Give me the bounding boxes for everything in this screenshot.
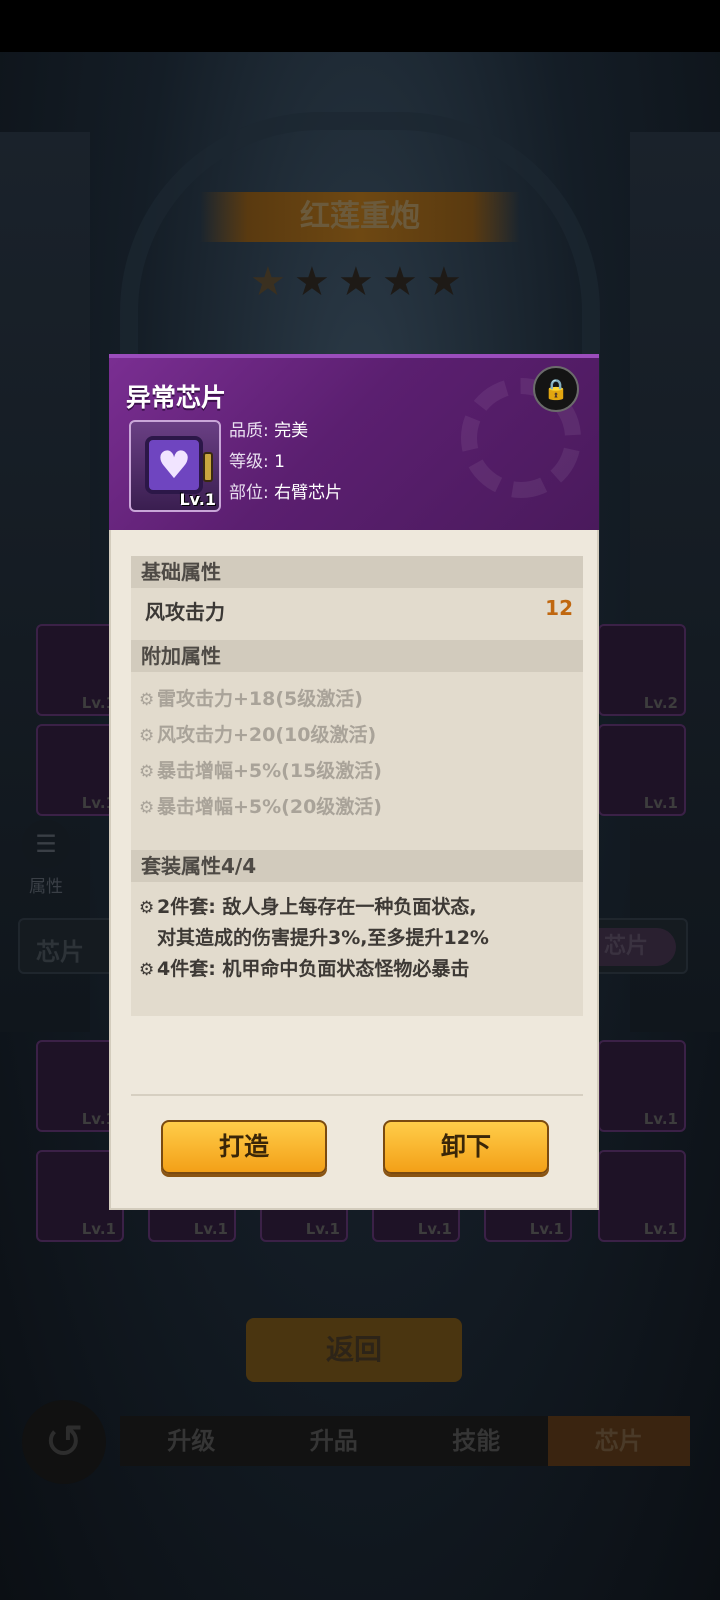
bottom-tabs: 升级 升品 技能 芯片	[120, 1416, 690, 1466]
divider	[131, 1094, 583, 1096]
chip-icon: ♥ Lv.1	[129, 420, 221, 512]
chip-slot-row3-2[interactable]: Lv.1	[598, 1040, 686, 1132]
star-icon: ★	[338, 259, 374, 305]
star-icon: ★	[294, 259, 330, 305]
star-icon: ★	[250, 259, 286, 305]
gear-icon: ⚙	[139, 898, 155, 918]
extra-attr-2: ⚙ 风攻击力+20(10级激活)	[139, 724, 377, 746]
mech-name-banner: 红莲重炮	[200, 192, 520, 242]
tab-skills[interactable]: 技能	[405, 1416, 548, 1466]
level-row: 等级: 1	[229, 452, 285, 472]
tab-chips[interactable]: 芯片	[547, 1416, 690, 1466]
extra-attr-1: ⚙ 雷攻击力+18(5级激活)	[139, 688, 363, 710]
chip-slot-right-1[interactable]: Lv.2	[598, 624, 686, 716]
extra-attr-box: ⚙ 雷攻击力+18(5级激活) ⚙ 风攻击力+20(10级激活) ⚙ 暴击增幅+5%(…	[131, 672, 583, 850]
chip-slot-right-2[interactable]: Lv.1	[598, 724, 686, 816]
return-icon[interactable]: ↺	[22, 1400, 106, 1484]
base-attr-row: 风攻击力 12	[145, 596, 573, 624]
chip-slot-row4-6[interactable]: Lv.1	[598, 1150, 686, 1242]
set-attr-box: ⚙ 2件套: 敌人身上每存在一种负面状态, 对其造成的伤害提升3%,至多提升12%…	[131, 882, 583, 1016]
set-bonus-4: ⚙ 4件套: 机甲命中负面状态怪物必暴击	[139, 954, 469, 985]
base-attr-header: 基础属性	[131, 556, 583, 588]
lock-icon[interactable]: 🔒	[533, 366, 579, 412]
gear-icon: ⚙	[139, 690, 155, 710]
left-frame	[0, 132, 90, 1032]
attributes-button[interactable]: ☰ 属性	[16, 820, 76, 897]
star-icon: ★	[382, 259, 418, 305]
gear-icon: ⚙	[139, 960, 155, 980]
quality-row: 品质: 完美	[229, 421, 309, 441]
set-attr-header: 套装属性4/4	[131, 850, 583, 882]
extra-attr-3: ⚙ 暴击增幅+5%(15级激活)	[139, 760, 382, 782]
slot-row: 部位: 右臂芯片	[229, 483, 343, 503]
dialog-body: 基础属性 风攻击力 12 附加属性 ⚙ 雷攻击力+18(5级激活) ⚙ 风攻击力+2…	[109, 530, 599, 1210]
chip-level-label: Lv.1	[179, 490, 216, 509]
extra-attr-header: 附加属性	[131, 640, 583, 672]
dialog-header: 异常芯片 🔒 ♥ Lv.1 品质: 完美 等级: 1 部位: 右臂芯片	[109, 354, 599, 530]
back-button[interactable]: 返回	[246, 1318, 462, 1382]
extra-attr-4: ⚙ 暴击增幅+5%(20级激活)	[139, 796, 382, 818]
forge-button[interactable]: 打造	[161, 1120, 327, 1174]
set-bonus-2: ⚙ 2件套: 敌人身上每存在一种负面状态, 对其造成的伤害提升3%,至多提升12%	[139, 892, 489, 953]
gear-icon: ⚙	[139, 762, 155, 782]
star-rating: ★ ★ ★ ★ ★	[250, 262, 466, 302]
broken-heart-icon: ♥	[145, 436, 203, 494]
gear-icon: ⚙	[139, 726, 155, 746]
unequip-button[interactable]: 卸下	[383, 1120, 549, 1174]
gear-icon: ⚙	[139, 798, 155, 818]
base-attr-box: 风攻击力 12	[131, 588, 583, 640]
list-icon: ☰	[22, 820, 70, 868]
chip-title: 异常芯片	[126, 383, 227, 412]
star-icon: ★	[426, 259, 462, 305]
right-frame	[630, 132, 720, 1032]
tab-upgrade[interactable]: 升级	[120, 1416, 263, 1466]
tab-promote[interactable]: 升品	[263, 1416, 406, 1466]
chip-detail-dialog: 异常芯片 🔒 ♥ Lv.1 品质: 完美 等级: 1 部位: 右臂芯片 基础属性…	[109, 354, 599, 1210]
